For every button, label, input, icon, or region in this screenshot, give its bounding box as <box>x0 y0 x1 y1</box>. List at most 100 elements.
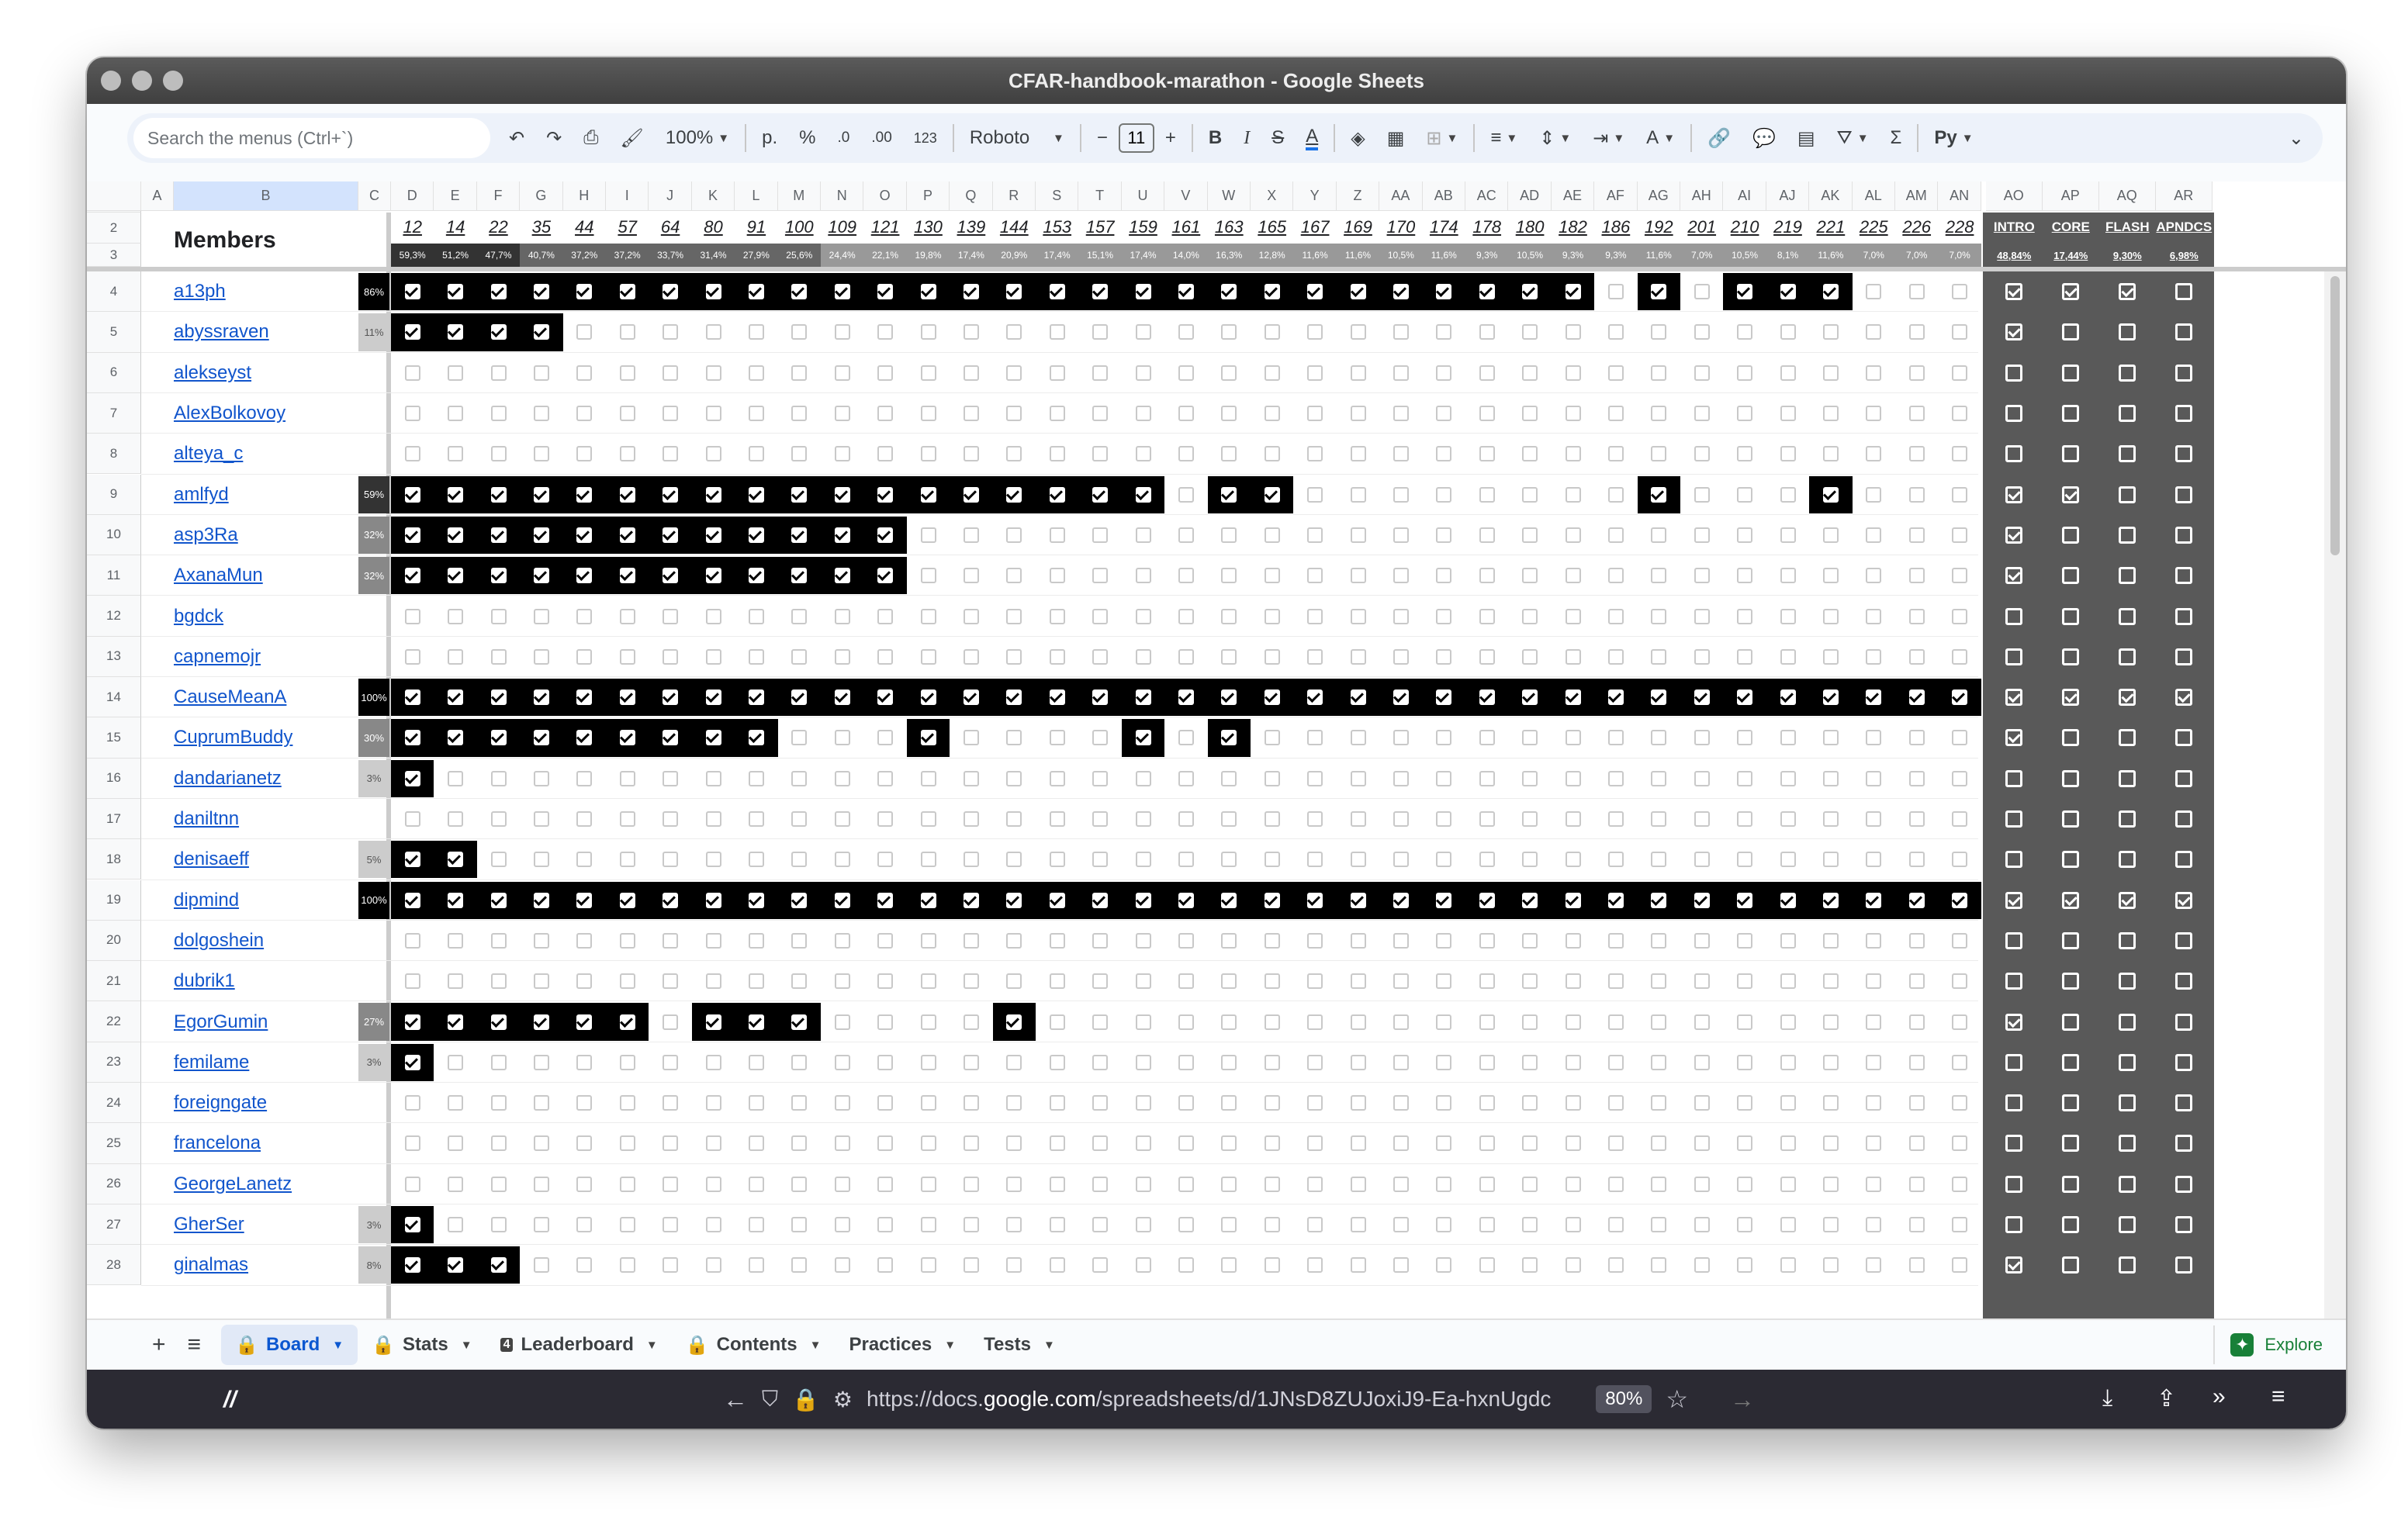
lesson-checkbox[interactable] <box>1049 486 1065 503</box>
lesson-checkbox[interactable] <box>1522 811 1538 828</box>
lesson-checkbox[interactable] <box>748 527 764 543</box>
lesson-checkbox[interactable] <box>705 527 721 543</box>
lesson-checkbox[interactable] <box>1479 689 1495 706</box>
lesson-checkbox[interactable] <box>1049 324 1065 340</box>
column-header-ab[interactable]: AB <box>1422 181 1465 211</box>
lesson-number[interactable]: 57 <box>606 213 649 242</box>
lesson-checkbox[interactable] <box>1393 811 1409 828</box>
lesson-checkbox[interactable] <box>1607 324 1624 340</box>
lesson-checkbox[interactable] <box>834 1054 850 1070</box>
lesson-checkbox[interactable] <box>1393 608 1409 624</box>
lesson-checkbox[interactable] <box>1908 730 1925 746</box>
lesson-checkbox[interactable] <box>1952 527 1968 543</box>
lesson-checkbox[interactable] <box>1607 811 1624 828</box>
category-checkbox[interactable] <box>2175 405 2193 423</box>
insert-link-icon[interactable]: 🔗 <box>1697 118 1742 158</box>
lesson-number[interactable]: 186 <box>1594 213 1637 242</box>
lesson-checkbox[interactable] <box>920 486 936 503</box>
lesson-number[interactable]: 219 <box>1766 213 1809 242</box>
category-checkbox[interactable] <box>2175 973 2193 990</box>
lesson-checkbox[interactable] <box>1264 1135 1280 1152</box>
lesson-checkbox[interactable] <box>1737 811 1753 828</box>
lesson-checkbox[interactable] <box>1479 1217 1495 1233</box>
lesson-checkbox[interactable] <box>1479 568 1495 584</box>
lesson-checkbox[interactable] <box>1350 811 1366 828</box>
maximize-window-button[interactable] <box>163 71 183 91</box>
lesson-checkbox[interactable] <box>1694 770 1710 786</box>
lesson-checkbox[interactable] <box>920 1176 936 1192</box>
lesson-checkbox[interactable] <box>1436 689 1452 706</box>
category-checkbox[interactable] <box>2175 648 2193 665</box>
lesson-checkbox[interactable] <box>619 1014 635 1030</box>
lesson-checkbox[interactable] <box>663 973 679 990</box>
lesson-checkbox[interactable] <box>1264 284 1280 300</box>
lesson-checkbox[interactable] <box>1350 648 1366 665</box>
lesson-checkbox[interactable] <box>1436 324 1452 340</box>
category-checkbox[interactable] <box>2062 689 2080 707</box>
category-checkbox[interactable] <box>2005 1175 2023 1193</box>
lesson-checkbox[interactable] <box>1908 811 1925 828</box>
lesson-checkbox[interactable] <box>1822 892 1839 908</box>
lesson-checkbox[interactable] <box>1264 446 1280 462</box>
lesson-checkbox[interactable] <box>705 324 721 340</box>
lesson-checkbox[interactable] <box>1694 648 1710 665</box>
lesson-checkbox[interactable] <box>1780 608 1796 624</box>
lesson-checkbox[interactable] <box>705 1095 721 1111</box>
lesson-checkbox[interactable] <box>1006 365 1022 381</box>
lesson-checkbox[interactable] <box>1049 689 1065 706</box>
lesson-checkbox[interactable] <box>1393 770 1409 786</box>
lesson-checkbox[interactable] <box>1436 406 1452 422</box>
lesson-checkbox[interactable] <box>1651 1257 1667 1274</box>
lesson-checkbox[interactable] <box>1393 1095 1409 1111</box>
lesson-checkbox[interactable] <box>1866 608 1882 624</box>
font-size-decrease-icon[interactable]: − <box>1086 118 1119 158</box>
lesson-checkbox[interactable] <box>1264 932 1280 949</box>
lesson-checkbox[interactable] <box>963 770 979 786</box>
lesson-checkbox[interactable] <box>404 365 420 381</box>
lesson-checkbox[interactable] <box>1479 811 1495 828</box>
lesson-checkbox[interactable] <box>619 1176 635 1192</box>
lesson-checkbox[interactable] <box>533 1135 549 1152</box>
lesson-checkbox[interactable] <box>1178 365 1194 381</box>
category-checkbox[interactable] <box>2119 1216 2136 1234</box>
lesson-checkbox[interactable] <box>619 527 635 543</box>
lesson-checkbox[interactable] <box>404 1054 420 1070</box>
lesson-checkbox[interactable] <box>1694 1014 1710 1030</box>
lesson-checkbox[interactable] <box>490 811 507 828</box>
lesson-checkbox[interactable] <box>1565 689 1581 706</box>
lesson-checkbox[interactable] <box>1393 1014 1409 1030</box>
lesson-checkbox[interactable] <box>877 1014 894 1030</box>
lesson-checkbox[interactable] <box>404 689 420 706</box>
lesson-checkbox[interactable] <box>1908 486 1925 503</box>
lesson-checkbox[interactable] <box>1479 1014 1495 1030</box>
lesson-checkbox[interactable] <box>1436 1054 1452 1070</box>
lesson-checkbox[interactable] <box>1565 1054 1581 1070</box>
lesson-checkbox[interactable] <box>791 730 808 746</box>
row-header[interactable]: 12 <box>87 596 141 637</box>
row-header[interactable]: 2 <box>87 213 141 244</box>
lesson-checkbox[interactable] <box>1607 648 1624 665</box>
lesson-checkbox[interactable] <box>1049 1217 1065 1233</box>
lesson-checkbox[interactable] <box>1049 648 1065 665</box>
font-select[interactable]: Roboto ▼ <box>959 118 1075 158</box>
lesson-number[interactable]: 12 <box>391 213 434 242</box>
lesson-checkbox[interactable] <box>1522 932 1538 949</box>
lesson-checkbox[interactable] <box>1436 284 1452 300</box>
lesson-checkbox[interactable] <box>748 284 764 300</box>
vertical-scrollbar[interactable] <box>2324 271 2346 1318</box>
lesson-checkbox[interactable] <box>1607 1095 1624 1111</box>
column-header-ap[interactable]: AP <box>2042 181 2099 211</box>
lesson-checkbox[interactable] <box>877 527 894 543</box>
lesson-checkbox[interactable] <box>1092 973 1109 990</box>
lesson-checkbox[interactable] <box>663 1135 679 1152</box>
lesson-checkbox[interactable] <box>404 324 420 340</box>
lesson-checkbox[interactable] <box>1006 1257 1022 1274</box>
column-header-w[interactable]: W <box>1207 181 1251 211</box>
tab-practices[interactable]: Practices ▼ <box>835 1325 970 1365</box>
download-icon[interactable]: ⤓ <box>2102 1385 2112 1412</box>
lesson-checkbox[interactable] <box>533 568 549 584</box>
lesson-checkbox[interactable] <box>1092 1014 1109 1030</box>
lesson-checkbox[interactable] <box>1307 973 1323 990</box>
lesson-checkbox[interactable] <box>877 1054 894 1070</box>
app-menu-icon[interactable]: ≡ <box>2271 1384 2285 1410</box>
